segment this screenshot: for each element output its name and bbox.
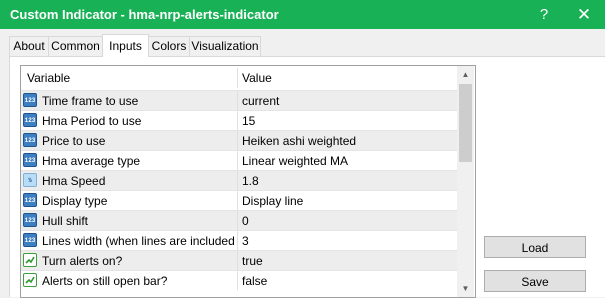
row-variable: Turn alerts on?: [42, 254, 123, 268]
row-value[interactable]: Display line: [242, 194, 303, 208]
table-row[interactable]: Turn alerts on? true: [21, 250, 457, 270]
row-variable: Alerts on still open bar?: [42, 274, 168, 288]
title-bar: Custom Indicator - hma-nrp-alerts-indica…: [0, 0, 605, 29]
row-value[interactable]: Heiken ashi weighted: [242, 134, 356, 148]
boolean-icon: [23, 253, 37, 267]
table-row[interactable]: 123 Hma Period to use 15: [21, 110, 457, 130]
double-icon: ½: [23, 173, 37, 187]
save-button[interactable]: Save: [484, 270, 586, 292]
row-value[interactable]: true: [242, 254, 263, 268]
integer-icon: 123: [23, 113, 37, 127]
row-divider: [237, 111, 238, 130]
tab-about[interactable]: About: [9, 36, 49, 56]
row-divider: [237, 131, 238, 150]
integer-icon: 123: [23, 193, 37, 207]
integer-icon: 123: [23, 153, 37, 167]
scroll-thumb[interactable]: [459, 84, 472, 162]
row-variable: Hull shift: [42, 214, 89, 228]
help-button[interactable]: ?: [526, 0, 562, 29]
row-value[interactable]: current: [242, 94, 279, 108]
scroll-down-icon[interactable]: ▼: [457, 280, 474, 297]
integer-icon: 123: [23, 213, 37, 227]
boolean-icon: [23, 273, 37, 287]
row-value[interactable]: 15: [242, 114, 255, 128]
row-variable: Hma Speed: [42, 174, 106, 188]
tab-common[interactable]: Common: [48, 36, 103, 56]
row-value[interactable]: 3: [242, 234, 249, 248]
tab-colors[interactable]: Colors: [148, 36, 190, 56]
table-row[interactable]: 123 Price to use Heiken ashi weighted: [21, 130, 457, 150]
tab-visualization[interactable]: Visualization: [189, 36, 261, 56]
scroll-up-icon[interactable]: ▲: [457, 66, 474, 83]
table-row[interactable]: ½ Hma Speed 1.8: [21, 170, 457, 190]
row-divider: [237, 251, 238, 270]
table-row[interactable]: 123 Hma average type Linear weighted MA: [21, 150, 457, 170]
integer-icon: 123: [23, 233, 37, 247]
table-row[interactable]: Alerts on still open bar? false: [21, 270, 457, 290]
row-divider: [237, 151, 238, 170]
table-row[interactable]: 123 Display type Display line: [21, 190, 457, 210]
row-divider: [237, 191, 238, 210]
table-row[interactable]: 123 Time frame to use current: [21, 90, 457, 110]
column-header-variable[interactable]: Variable: [27, 71, 70, 85]
grid-header: Variable Value: [21, 66, 457, 90]
row-value[interactable]: false: [242, 274, 267, 288]
row-variable: Hma average type: [42, 154, 141, 168]
row-variable: Display type: [42, 194, 108, 208]
integer-icon: 123: [23, 133, 37, 147]
row-divider: [237, 91, 238, 110]
row-value[interactable]: 0: [242, 214, 249, 228]
row-value[interactable]: 1.8: [242, 174, 259, 188]
row-variable: Hma Period to use: [42, 114, 142, 128]
window-title: Custom Indicator - hma-nrp-alerts-indica…: [10, 7, 279, 22]
tab-inputs[interactable]: Inputs: [102, 34, 149, 57]
table-row[interactable]: 123 Hull shift 0: [21, 210, 457, 230]
row-divider: [237, 211, 238, 230]
row-variable: Time frame to use: [42, 94, 139, 108]
vertical-scrollbar[interactable]: ▲ ▼: [457, 66, 474, 297]
column-header-value[interactable]: Value: [242, 71, 272, 85]
row-divider: [237, 271, 238, 290]
inputs-grid: Variable Value 123 Time frame to use curre…: [20, 65, 476, 298]
row-variable: Price to use: [42, 134, 106, 148]
row-divider: [237, 231, 238, 250]
row-divider: [237, 171, 238, 190]
load-button[interactable]: Load: [484, 236, 586, 258]
row-value[interactable]: Linear weighted MA: [242, 154, 348, 168]
column-divider[interactable]: [237, 68, 238, 88]
close-button[interactable]: ✕: [566, 0, 602, 29]
table-row[interactable]: 123 Lines width (when lines are included …: [21, 230, 457, 250]
integer-icon: 123: [23, 93, 37, 107]
row-variable: Lines width (when lines are included in …: [42, 234, 235, 248]
